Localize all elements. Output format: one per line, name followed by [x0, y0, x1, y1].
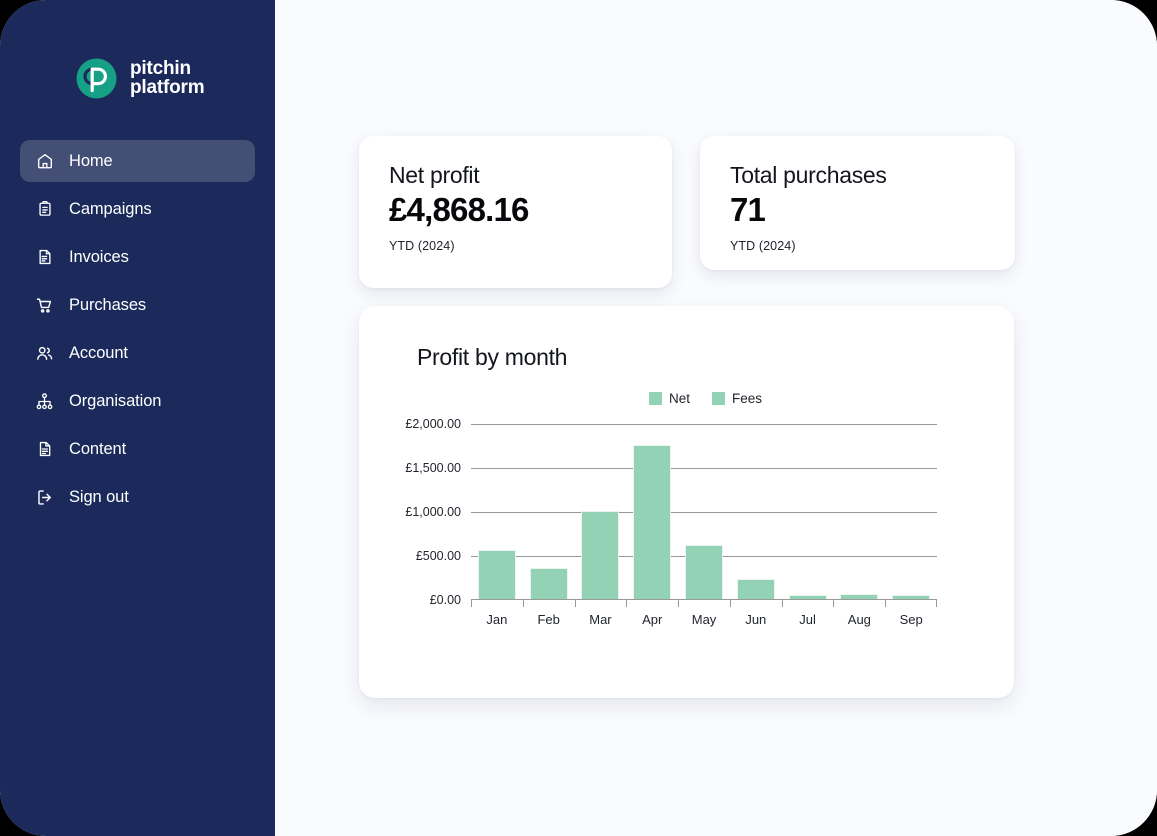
brand-name: pitchin platform — [130, 58, 205, 98]
chart-bar[interactable] — [529, 567, 568, 599]
chart-bar[interactable] — [892, 595, 931, 599]
sidebar-item-label: Content — [69, 439, 127, 458]
chart-bar[interactable] — [840, 593, 879, 599]
chart-x-label: May — [691, 612, 717, 627]
chart-x-label: Jan — [486, 612, 508, 627]
chart-x-tick — [781, 600, 834, 607]
legend-swatch — [648, 392, 662, 405]
chart-legend: Net Fees — [439, 391, 972, 406]
document-icon — [35, 440, 54, 459]
chart-bar-slot — [523, 423, 575, 599]
chart-x-tick — [678, 600, 730, 607]
chart-bar[interactable] — [685, 544, 724, 599]
chart-y-axis-label: £500.00 — [415, 549, 461, 563]
chart-x-labels: Jan Feb Mar Apr May Jun Jul Aug Sep — [471, 612, 937, 627]
chart-bar-slot — [885, 423, 937, 599]
legend-label: Net — [668, 391, 690, 406]
stat-card-subtitle: YTD (2024) — [730, 238, 796, 253]
stat-card-total-purchases: Total purchases 71 YTD (2024) — [700, 136, 1015, 270]
sidebar-item-home[interactable]: Home — [20, 140, 255, 182]
chart-y-axis-label: £0.00 — [429, 593, 461, 607]
users-icon — [35, 344, 54, 363]
sidebar-item-label: Home — [69, 151, 113, 170]
legend-item-fees[interactable]: Fees — [712, 391, 762, 406]
chart-x-tick — [471, 600, 523, 607]
chart-y-axis-label: £1,000.00 — [405, 505, 461, 519]
sidebar-item-label: Campaigns — [69, 199, 152, 218]
stat-cards-row: Net profit £4,868.16 YTD (2024) Total pu… — [275, 0, 1157, 288]
sign-out-icon — [35, 488, 54, 507]
sidebar: pitchin platform Home Campaigns Invoices — [0, 0, 275, 836]
chart-x-label: Jul — [799, 612, 816, 627]
main-content: Net profit £4,868.16 YTD (2024) Total pu… — [275, 0, 1157, 836]
invoice-icon — [35, 248, 54, 267]
chart-x-tick — [833, 600, 885, 607]
chart-y-axis-label: £2,000.00 — [405, 417, 461, 431]
stat-card-title: Net profit — [389, 162, 480, 188]
chart-bar-slot — [471, 423, 523, 599]
stat-card-value: 71 — [730, 191, 766, 228]
chart-x-label: Mar — [589, 612, 612, 627]
pitchin-logo-icon — [76, 58, 117, 99]
sidebar-item-account[interactable]: Account — [20, 332, 255, 374]
chart-bar[interactable] — [788, 595, 827, 599]
chart-x-ticks — [471, 600, 937, 607]
sidebar-item-purchases[interactable]: Purchases — [20, 284, 255, 326]
chart-bar-slot — [575, 423, 627, 599]
chart-x-label: Jun — [745, 612, 767, 627]
chart-title: Profit by month — [417, 344, 568, 370]
sidebar-item-campaigns[interactable]: Campaigns — [20, 188, 255, 230]
chart-bar-slot — [626, 423, 678, 599]
sidebar-item-label: Purchases — [69, 295, 147, 314]
stat-card-subtitle: YTD (2024) — [389, 238, 455, 253]
home-icon — [35, 152, 54, 171]
sidebar-item-organisation[interactable]: Organisation — [20, 380, 255, 422]
legend-swatch — [712, 392, 725, 405]
chart-bar-slot — [782, 423, 834, 599]
cart-icon — [35, 296, 54, 315]
sidebar-item-label: Organisation — [69, 391, 162, 410]
clipboard-icon — [35, 200, 54, 219]
chart-x-tick — [885, 600, 937, 607]
sidebar-item-label: Sign out — [69, 487, 129, 506]
chart-x-tick — [574, 600, 627, 607]
chart-plot-area: £0.00 £500.00 £1,000.00 £1,500.00 £2,000.00 … — [405, 417, 937, 627]
legend-label: Fees — [732, 391, 763, 406]
chart-x-label: Sep — [899, 612, 923, 627]
stat-card-value: £4,868.16 — [389, 191, 529, 228]
sidebar-item-invoices[interactable]: Invoices — [20, 236, 255, 278]
sidebar-item-label: Invoices — [69, 247, 129, 266]
chart-bar[interactable] — [633, 445, 672, 599]
legend-item-net[interactable]: Net — [648, 391, 690, 406]
chart-x-tick — [626, 600, 678, 607]
chart-x-tick — [522, 600, 575, 607]
brand-logo[interactable]: pitchin platform — [0, 0, 275, 112]
stat-card-title: Total purchases — [730, 162, 887, 188]
chart-bar-slot — [730, 423, 782, 599]
chart-x-label: Feb — [537, 612, 560, 627]
chart-x-label: Aug — [847, 612, 871, 627]
stat-card-net-profit: Net profit £4,868.16 YTD (2024) — [359, 136, 672, 288]
chart-bar[interactable] — [477, 549, 516, 599]
chart-bar-slot — [833, 423, 885, 599]
chart-x-label: Apr — [642, 612, 663, 627]
chart-y-axis-label: £1,500.00 — [405, 461, 461, 475]
chart-bars — [471, 423, 937, 599]
chart-bar[interactable] — [736, 578, 775, 599]
chart-card-profit-by-month: Profit by month Net Fees £0.00 £500.00 £1,… — [359, 306, 1014, 698]
sidebar-item-sign-out[interactable]: Sign out — [20, 476, 255, 518]
sidebar-nav: Home Campaigns Invoices Purchases Accoun… — [0, 112, 275, 518]
org-chart-icon — [35, 392, 54, 411]
chart-bar-slot — [678, 423, 730, 599]
sidebar-item-content[interactable]: Content — [20, 428, 255, 470]
chart-bar[interactable] — [581, 511, 620, 599]
sidebar-item-label: Account — [69, 343, 128, 362]
app-window: pitchin platform Home Campaigns Invoices — [0, 0, 1157, 836]
chart-x-tick — [729, 600, 782, 607]
